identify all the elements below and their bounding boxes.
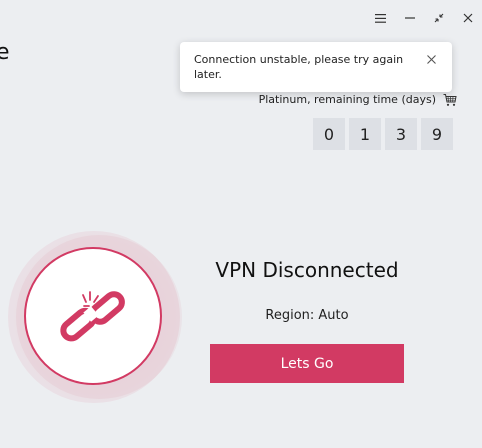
app-title: e: [0, 40, 10, 65]
restore-icon: [434, 13, 443, 23]
days-digit: 1: [349, 118, 381, 150]
toast-message: Connection unstable, please try again la…: [194, 53, 404, 81]
menu-icon: [375, 13, 386, 23]
days-digit: 9: [421, 118, 453, 150]
plan-label: Platinum, remaining time (days): [258, 93, 436, 106]
close-icon: [463, 13, 472, 23]
toast-notification: Connection unstable, please try again la…: [180, 42, 452, 92]
connection-status-indicator: [8, 231, 182, 403]
menu-button[interactable]: [366, 8, 395, 28]
connection-status-title: VPN Disconnected: [215, 258, 399, 282]
cart-button[interactable]: [443, 92, 457, 106]
days-digit: 0: [313, 118, 345, 150]
remaining-days-counter: 0 1 3 9: [313, 118, 457, 150]
connect-toggle[interactable]: [24, 247, 162, 385]
broken-link-icon: [60, 291, 125, 342]
minimize-button[interactable]: [395, 8, 424, 28]
minimize-icon: [404, 17, 415, 19]
toast-close-button[interactable]: [424, 52, 438, 66]
window-controls: [366, 8, 482, 28]
connect-button[interactable]: Lets Go: [210, 344, 404, 383]
cart-icon: [443, 94, 457, 106]
days-digit: 3: [385, 118, 417, 150]
close-button[interactable]: [453, 8, 482, 28]
close-icon: [426, 54, 436, 64]
region-label: Region: Auto: [265, 308, 349, 323]
restore-button[interactable]: [424, 8, 453, 28]
